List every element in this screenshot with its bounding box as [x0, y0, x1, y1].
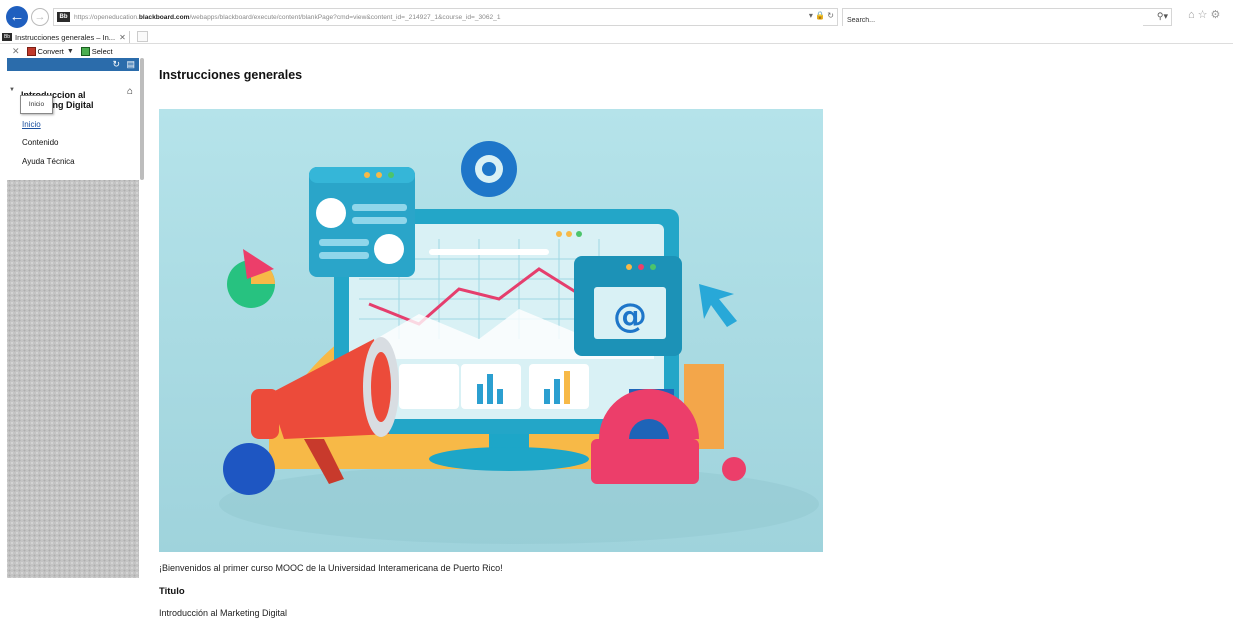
welcome-text: ¡Bienvenidos al primer curso MOOC de la … [159, 563, 503, 573]
close-icon[interactable]: ✕ [119, 33, 126, 42]
home-icon[interactable]: ⌂ [1188, 9, 1198, 21]
close-toolbar-icon[interactable]: ✕ [12, 46, 20, 57]
browser-toolbar-icons[interactable]: ⌂☆⚙ [1188, 8, 1223, 21]
browser-address-bar: ← → Bb https://openeducation.blackboard.… [0, 0, 1233, 32]
collapse-triangle-icon[interactable]: ▼ [9, 87, 15, 93]
course-menu-toolbar: ↻ ▤ [7, 58, 140, 71]
select-button[interactable]: Select [92, 47, 113, 56]
refresh-icon[interactable]: ↻ [112, 58, 120, 71]
convert-button[interactable]: Convert [38, 47, 64, 56]
command-bar: ✕ Convert ▼ Select [0, 44, 1233, 58]
digital-marketing-illustration-icon: @ [159, 109, 823, 552]
tab-title: Instrucciones generales – In... [15, 32, 116, 42]
sidebar-item-contenido[interactable]: Contenido [22, 138, 58, 147]
gear-icon[interactable]: ⚙ [1211, 9, 1224, 21]
tooltip: Inicio [20, 95, 53, 114]
chevron-down-icon[interactable]: ▼ [67, 48, 74, 55]
url-lock-refresh-icon[interactable]: ▾ 🔒 ↻ [809, 11, 834, 20]
back-button[interactable]: ← [6, 6, 28, 28]
home-icon[interactable]: ⌂ [127, 86, 133, 97]
search-input[interactable] [843, 12, 1143, 29]
section-label-titulo: Titulo [159, 586, 185, 597]
site-favicon-icon: Bb [57, 12, 70, 22]
tab-strip: Bb Instrucciones generales – In... ✕ [0, 30, 1233, 44]
course-menu-panel: ↻ ▤ ▼ Introduccion al Marketing Digital … [7, 58, 140, 578]
forward-button[interactable]: → [31, 8, 49, 26]
hero-image: @ [159, 109, 823, 552]
favorites-star-icon[interactable]: ☆ [1198, 9, 1211, 21]
svg-text:@: @ [613, 296, 647, 336]
browser-search-box[interactable]: ⚲▾ [842, 8, 1172, 29]
convert-pdf-icon [26, 46, 36, 56]
course-menu-body: ▼ Introduccion al Marketing Digital ⌂ In… [7, 71, 140, 180]
course-name: Introducción al Marketing Digital [159, 608, 288, 618]
url-field[interactable]: Bb https://openeducation.blackboard.com/… [53, 8, 838, 26]
page-title: Instrucciones generales [159, 68, 303, 82]
sidebar-item-inicio[interactable]: Inicio [22, 120, 41, 129]
url-text: https://openeducation.blackboard.com/web… [74, 13, 501, 21]
new-tab-button[interactable] [137, 31, 148, 42]
tab-instrucciones[interactable]: Bb Instrucciones generales – In... ✕ [2, 31, 130, 43]
sidebar-scrollbar-thumb[interactable] [140, 58, 144, 180]
select-icon [80, 46, 90, 56]
folder-view-icon[interactable]: ▤ [126, 58, 135, 71]
sidebar-item-ayuda-tecnica[interactable]: Ayuda Técnica [22, 157, 75, 166]
tab-favicon-icon: Bb [2, 33, 12, 41]
search-icon[interactable]: ⚲▾ [1157, 11, 1168, 22]
